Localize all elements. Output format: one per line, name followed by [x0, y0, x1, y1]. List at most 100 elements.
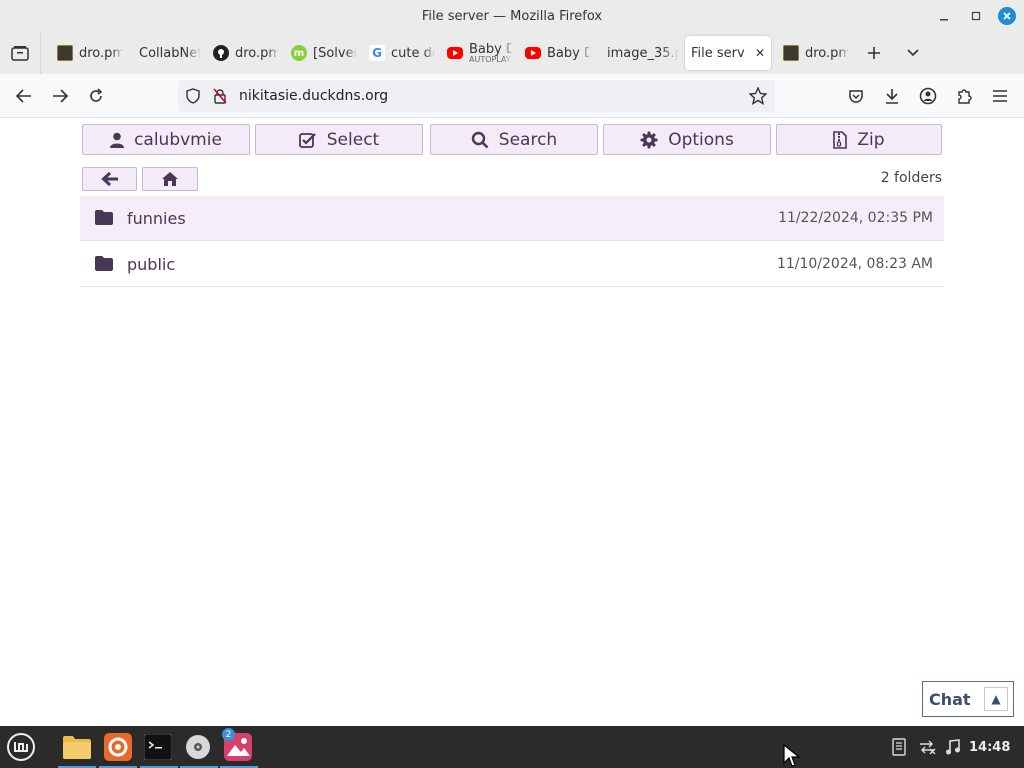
- folder-icon: [95, 256, 113, 271]
- bookmark-star-icon[interactable]: [748, 86, 768, 109]
- page-content: calubvmie Select Search Options Zip 2 fo…: [0, 118, 1024, 726]
- account-icon: [919, 87, 937, 105]
- firefox-view-button[interactable]: [0, 32, 41, 74]
- back-folder-button[interactable]: [82, 167, 137, 191]
- firefox-taskbar-button[interactable]: [101, 730, 135, 764]
- github-icon: [213, 45, 229, 61]
- terminal-icon: [144, 734, 172, 760]
- hamburger-menu-icon: [993, 90, 1007, 102]
- file-zip-icon: [833, 130, 848, 149]
- search-button[interactable]: Search: [430, 124, 598, 155]
- check-square-icon: [298, 132, 316, 148]
- folder-icon: [95, 210, 113, 225]
- account-button[interactable]: [914, 82, 942, 110]
- disc-taskbar-button[interactable]: [181, 730, 215, 764]
- tab-label: image_35.p: [607, 45, 679, 61]
- tab-github[interactable]: dro.pmy: [207, 36, 285, 70]
- close-icon: [1003, 12, 1011, 20]
- tab-dro-1[interactable]: dro.pmy: [51, 36, 129, 70]
- folder-date: 11/10/2024, 08:23 AM: [776, 256, 933, 272]
- tab-label: cute do: [391, 45, 435, 61]
- arrow-left-icon: [16, 89, 31, 103]
- tab-google[interactable]: G cute do: [363, 36, 441, 70]
- dro-favicon-icon: [57, 45, 73, 61]
- extensions-button[interactable]: [950, 82, 978, 110]
- options-button-label: Options: [668, 129, 734, 150]
- zip-button[interactable]: Zip: [776, 124, 942, 155]
- maximize-icon: [971, 11, 981, 21]
- tab-label: dro.pmy: [235, 45, 279, 61]
- url-bar[interactable]: nikitasie.duckdns.org: [178, 80, 775, 112]
- home-icon: [162, 172, 178, 186]
- reload-icon: [90, 88, 103, 102]
- list-all-tabs-button[interactable]: [893, 32, 933, 74]
- downloads-button[interactable]: [878, 82, 906, 110]
- zip-button-label: Zip: [857, 129, 885, 150]
- folder-row[interactable]: funnies 11/22/2024, 02:35 PM: [80, 196, 944, 241]
- tab-autoplay-label: AUTOPLAY: [469, 54, 511, 64]
- maximize-button[interactable]: [966, 6, 986, 26]
- shield-icon[interactable]: [186, 88, 200, 108]
- window-title: File server — Mozilla Firefox: [421, 8, 603, 24]
- close-tab-icon[interactable]: ✕: [755, 46, 765, 60]
- folder-name[interactable]: funnies: [127, 209, 186, 228]
- minimize-button[interactable]: [934, 6, 954, 26]
- search-icon: [471, 131, 489, 148]
- clock[interactable]: 14:48: [969, 740, 1010, 755]
- url-text: nikitasie.duckdns.org: [239, 88, 389, 104]
- home-folder-button[interactable]: [142, 167, 198, 191]
- user-button[interactable]: calubvmie: [82, 124, 250, 155]
- tab-label: dro.pmy: [805, 45, 849, 61]
- tab-file-server[interactable]: File serv ✕: [685, 36, 771, 70]
- sound-tray-button[interactable]: [936, 730, 970, 764]
- firefox-view-icon: [11, 46, 29, 61]
- tab-label: File serv: [691, 45, 745, 61]
- forward-button[interactable]: [46, 82, 74, 110]
- tab-collabnet[interactable]: CollabNet: [129, 36, 207, 70]
- close-window-button[interactable]: [998, 7, 1016, 25]
- tab-strip: dro.pmy CollabNet dro.pmy m [Solved] G c…: [0, 32, 1024, 74]
- tab-image[interactable]: image_35.p: [597, 36, 685, 70]
- gear-icon: [640, 131, 658, 148]
- minimize-icon: [940, 19, 948, 21]
- folder-name[interactable]: public: [127, 255, 175, 274]
- arrow-left-icon: [100, 171, 118, 187]
- firefox-icon: [104, 733, 132, 761]
- chevron-up-icon[interactable]: ▲: [984, 687, 1008, 711]
- tabs-container: dro.pmy CollabNet dro.pmy m [Solved] G c…: [51, 32, 855, 74]
- puzzle-icon: [958, 89, 972, 104]
- terminal-taskbar-button[interactable]: [141, 730, 175, 764]
- chat-widget-button[interactable]: Chat ▲: [922, 681, 1014, 717]
- app-menu-button[interactable]: [986, 82, 1014, 110]
- mint-menu-button[interactable]: [4, 730, 38, 764]
- tab-label: CollabNet: [139, 45, 201, 61]
- new-tab-button[interactable]: [855, 32, 893, 74]
- folder-date: 11/22/2024, 02:35 PM: [778, 210, 933, 226]
- chevron-down-icon: [907, 49, 919, 57]
- linux-mint-icon: m: [291, 45, 307, 61]
- search-button-label: Search: [498, 129, 558, 150]
- mint-menu-icon: [7, 733, 35, 761]
- tab-label: Baby Do: [547, 45, 591, 61]
- folder-row[interactable]: public 11/10/2024, 08:23 AM: [80, 242, 944, 287]
- tab-youtube[interactable]: Baby Do: [519, 36, 597, 70]
- window-titlebar: File server — Mozilla Firefox: [0, 0, 1024, 32]
- files-taskbar-button[interactable]: [60, 730, 94, 764]
- tab-solved[interactable]: m [Solved]: [285, 36, 363, 70]
- tab-label: [Solved]: [313, 45, 357, 61]
- youtube-icon: [447, 47, 463, 59]
- tab-dro-2[interactable]: dro.pmy: [777, 36, 855, 70]
- insecure-lock-icon[interactable]: [213, 88, 227, 108]
- select-button-label: Select: [326, 129, 380, 150]
- back-button[interactable]: [10, 82, 38, 110]
- notification-badge: 2: [222, 728, 235, 741]
- notes-icon: [892, 738, 906, 756]
- options-button[interactable]: Options: [603, 124, 771, 155]
- select-button[interactable]: Select: [255, 124, 423, 155]
- pocket-button[interactable]: [842, 82, 870, 110]
- reload-button[interactable]: [82, 82, 110, 110]
- chat-label: Chat: [929, 689, 971, 709]
- folder-icon: [63, 736, 91, 759]
- tab-youtube-autoplay[interactable]: Baby Do AUTOPLAY: [441, 36, 519, 70]
- network-disconnected-icon: [920, 740, 936, 755]
